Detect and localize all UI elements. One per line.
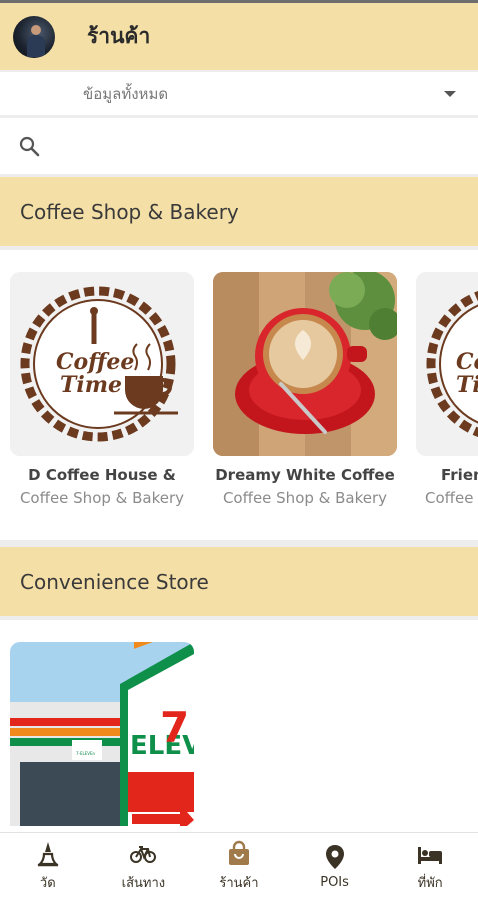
- coffee-time-logo: Co Ti: [416, 272, 478, 456]
- shop-card[interactable]: Co Ti Frien Coffee: [416, 272, 478, 507]
- nav-item-temple[interactable]: วัด: [0, 833, 96, 900]
- search-input[interactable]: [55, 136, 455, 156]
- page-title: ร้านค้า: [87, 24, 151, 48]
- sign-number: 7: [160, 703, 189, 752]
- logo-text-line2: Ti: [456, 372, 478, 398]
- shop-name: D Coffee House &: [28, 466, 176, 484]
- nav-label: POIs: [320, 875, 349, 890]
- nav-label: เส้นทาง: [121, 876, 166, 891]
- dropdown-arrow-icon: [444, 90, 456, 97]
- shop-image: Co Ti: [416, 272, 478, 456]
- shop-name: Frien: [441, 466, 478, 484]
- nav-item-pois[interactable]: POIs: [287, 833, 383, 900]
- nav-item-lodging[interactable]: ที่พัก: [382, 833, 478, 900]
- shop-card[interactable]: Coffee Time D Coffee House & Coffee Shop…: [10, 272, 194, 507]
- shop-card[interactable]: 7-ELEVEn ELEV 7: [10, 642, 194, 826]
- storefront-sign-text: 7-ELEVEn: [76, 751, 96, 756]
- shop-image: Coffee Time: [10, 272, 194, 456]
- shop-name: Dreamy White Coffee: [215, 466, 395, 484]
- filter-selected-value: ข้อมูลทั้งหมด: [83, 84, 169, 103]
- latte-photo: [213, 272, 397, 456]
- section-title: Convenience Store: [20, 569, 209, 594]
- shop-image: 7-ELEVEn ELEV 7: [10, 642, 194, 826]
- section-title: Coffee Shop & Bakery: [20, 199, 239, 224]
- bottom-navigation: วัด เส้นทาง ร้านค้า POIs ที่พัก: [0, 832, 478, 900]
- search-bar: [0, 118, 478, 174]
- bicycle-icon: [130, 846, 157, 863]
- seven-eleven-photo: 7-ELEVEn ELEV 7: [10, 642, 194, 826]
- nav-item-shops[interactable]: ร้านค้า: [191, 833, 287, 900]
- nav-label: วัด: [39, 876, 56, 891]
- section-header-convenience: Convenience Store: [0, 547, 478, 616]
- coffee-shop-carousel[interactable]: Coffee Time D Coffee House & Coffee Shop…: [0, 250, 478, 540]
- section-header-coffee: Coffee Shop & Bakery: [0, 177, 478, 246]
- shop-category: Coffee Shop & Bakery: [19, 489, 185, 507]
- location-pin-icon: [325, 845, 344, 869]
- temple-icon: [37, 842, 59, 867]
- shop-category: Coffee Shop & Bakery: [222, 489, 388, 507]
- shop-image: [213, 272, 397, 456]
- nav-label: ร้านค้า: [219, 876, 259, 891]
- app-bar: ร้านค้า: [0, 3, 478, 70]
- coffee-time-logo: Coffee Time: [10, 272, 194, 456]
- shop-category: Coffee: [425, 489, 474, 507]
- nav-item-route[interactable]: เส้นทาง: [96, 833, 192, 900]
- shopping-bag-icon: [228, 840, 249, 865]
- convenience-store-carousel[interactable]: 7-ELEVEn ELEV 7: [0, 620, 478, 832]
- avatar[interactable]: [13, 15, 55, 58]
- nav-label: ที่พัก: [417, 876, 443, 891]
- search-icon: [19, 136, 40, 157]
- logo-text-line2: Time: [60, 372, 122, 398]
- shop-card[interactable]: Dreamy White Coffee Coffee Shop & Bakery: [213, 272, 397, 507]
- category-filter-dropdown[interactable]: ข้อมูลทั้งหมด: [0, 72, 478, 115]
- bed-icon: [418, 847, 443, 864]
